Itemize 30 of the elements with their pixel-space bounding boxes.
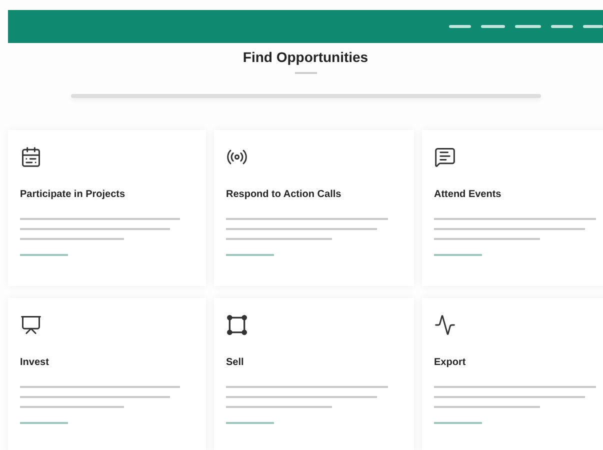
card-title: Respond to Action Calls [226,189,342,200]
nav-link[interactable] [583,25,603,28]
pulse-icon [434,314,456,336]
opportunity-card[interactable]: Attend Events [422,130,603,286]
card-link[interactable] [434,422,482,424]
card-title: Participate in Projects [20,189,126,200]
opportunity-card[interactable]: Sell [214,298,414,450]
nav-link[interactable] [481,25,505,28]
frame-icon [226,314,248,336]
card-link[interactable] [20,254,68,256]
card-title: Invest [20,357,50,368]
card-link[interactable] [226,422,274,424]
card-title: Attend Events [434,189,502,200]
card-title: Export [434,357,467,368]
opportunity-card[interactable]: Export [422,298,603,450]
calendar-icon [20,146,42,168]
nav-link[interactable] [551,25,573,28]
nav-link[interactable] [449,25,471,28]
easel-icon [20,314,42,336]
opportunity-card[interactable]: Invest [8,298,206,450]
card-link[interactable] [226,254,274,256]
card-link[interactable] [434,254,482,256]
opportunity-card[interactable]: Participate in Projects [8,130,206,286]
message-icon [434,146,456,168]
page-title: Find Opportunities [242,49,368,65]
nav-link[interactable] [515,25,541,28]
subtitle-line [294,72,316,74]
card-link[interactable] [20,422,68,424]
opportunity-card[interactable]: Respond to Action Calls [214,130,414,286]
card-title: Sell [226,357,245,368]
